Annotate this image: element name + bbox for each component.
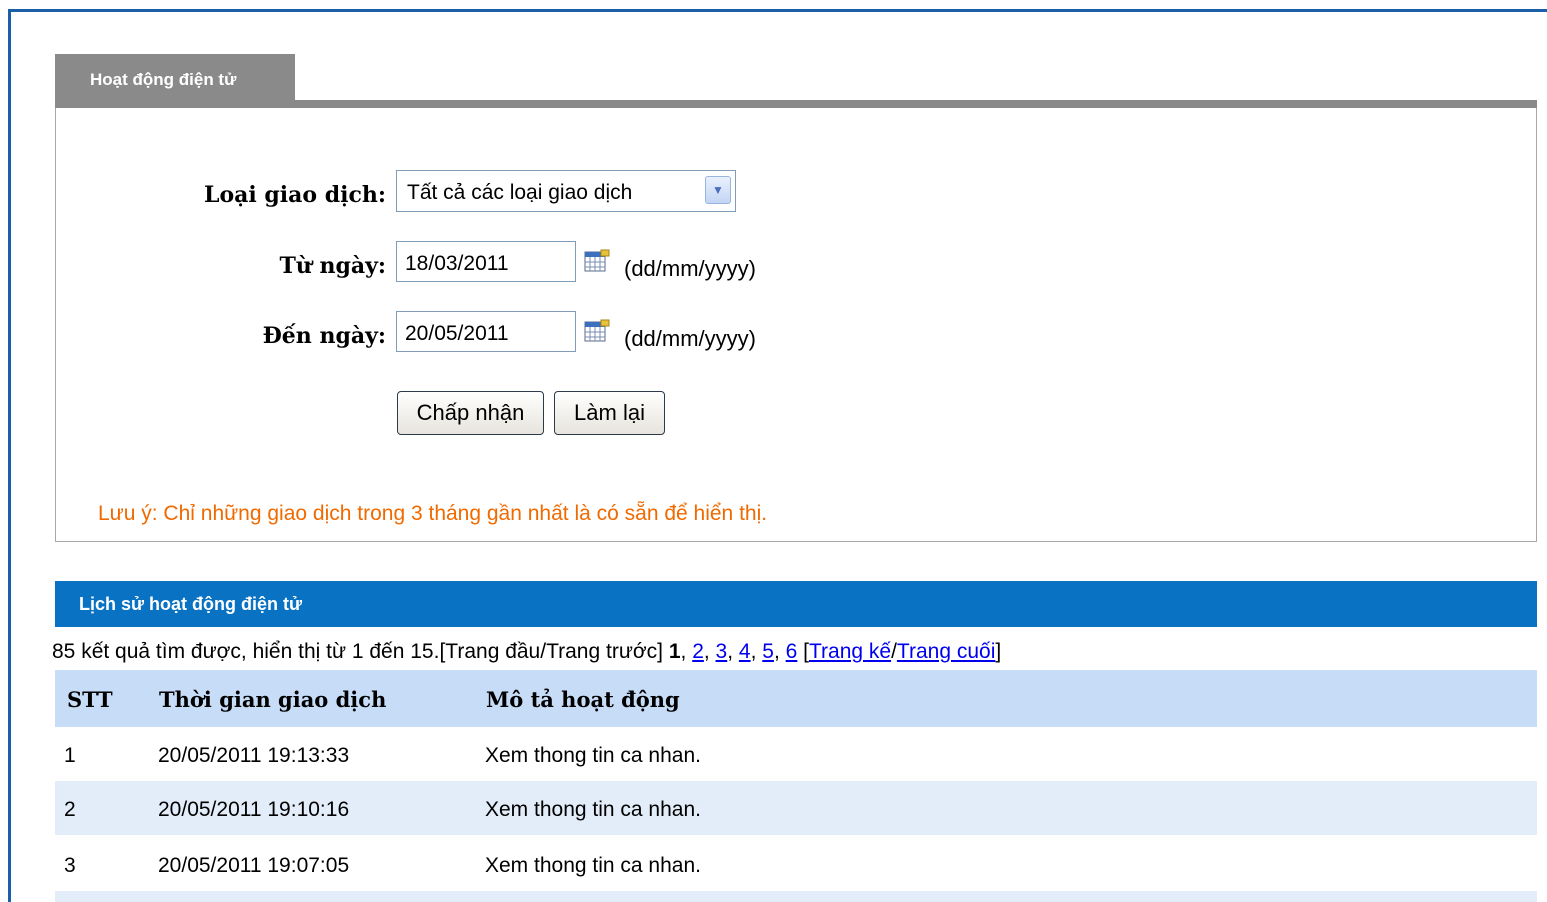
page-link-3[interactable]: 3: [716, 640, 728, 663]
row-description: Xem thong tin ca nhan.: [485, 798, 701, 821]
to-date-format-hint: (dd/mm/yyyy): [624, 326, 756, 351]
row-stt: 1: [64, 744, 76, 767]
page-link-4[interactable]: 4: [739, 640, 751, 663]
from-date-label: Từ ngày:: [279, 253, 386, 279]
availability-note: Lưu ý: Chỉ những giao dịch trong 3 tháng…: [98, 502, 768, 525]
last-page-link[interactable]: Trang cuối: [897, 640, 995, 663]
to-date-label: Đến ngày:: [262, 323, 386, 349]
transaction-type-label: Loại giao dịch:: [204, 182, 386, 208]
chevron-down-icon[interactable]: ▼: [705, 176, 731, 204]
accept-button[interactable]: Chấp nhận: [397, 391, 544, 435]
window-top-border: [8, 9, 1547, 12]
current-page: 1: [668, 640, 681, 663]
calendar-icon[interactable]: [584, 249, 610, 273]
row-time: 20/05/2011 19:13:33: [158, 744, 350, 767]
row-time: 20/05/2011 19:10:16: [158, 798, 350, 821]
reset-button[interactable]: Làm lại: [554, 391, 665, 435]
pagination: 85 kết quả tìm được, hiển thị từ 1 đến 1…: [52, 640, 1002, 663]
page-link-6[interactable]: 6: [786, 640, 798, 663]
column-header-stt: STT: [67, 687, 113, 712]
row-description: Xem thong tin ca nhan.: [485, 744, 701, 767]
transaction-type-select[interactable]: Tất cả các loại giao dịch ▼: [396, 170, 736, 212]
window-left-border: [8, 9, 11, 902]
row-time: 20/05/2011 19:07:05: [158, 854, 350, 877]
calendar-icon[interactable]: [584, 319, 610, 343]
tab-electronic-activity[interactable]: Hoạt động điện tử: [55, 54, 295, 100]
column-header-description: Mô tả hoạt động: [486, 687, 680, 712]
from-date-format-hint: (dd/mm/yyyy): [624, 256, 756, 281]
row-stt: 2: [64, 798, 76, 821]
to-date-input[interactable]: 20/05/2011: [396, 311, 576, 352]
table-row[interactable]: [55, 891, 1537, 902]
page-link-5[interactable]: 5: [762, 640, 774, 663]
tab-underline: [55, 100, 1537, 108]
results-summary: 85 kết quả tìm được, hiển thị từ 1 đến 1…: [52, 640, 440, 663]
page-link-2[interactable]: 2: [692, 640, 704, 663]
next-page-link[interactable]: Trang kế: [809, 640, 891, 663]
column-header-time: Thời gian giao dịch: [159, 687, 387, 712]
history-header: Lịch sử hoạt động điện tử: [55, 581, 1537, 627]
transaction-type-value: Tất cả các loại giao dịch: [407, 181, 633, 204]
first-prev-label: [Trang đầu/Trang trước]: [439, 640, 663, 663]
row-stt: 3: [64, 854, 76, 877]
from-date-input[interactable]: 18/03/2011: [396, 241, 576, 282]
row-description: Xem thong tin ca nhan.: [485, 854, 701, 877]
